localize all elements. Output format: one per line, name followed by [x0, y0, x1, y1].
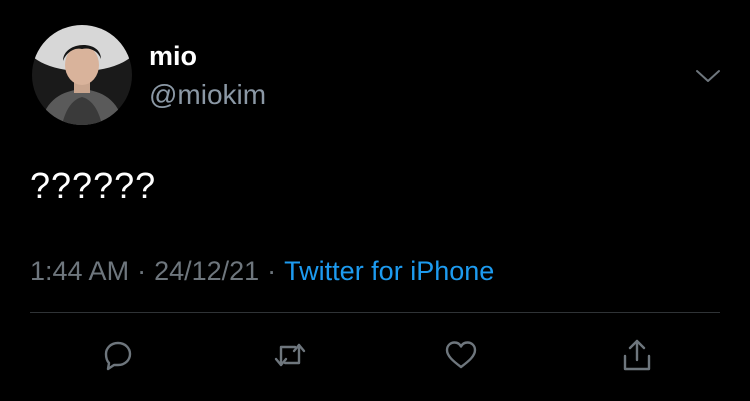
- display-name[interactable]: mio: [149, 40, 197, 72]
- reply-icon: [104, 341, 132, 371]
- divider: [30, 312, 720, 313]
- profile-photo: [32, 25, 132, 125]
- retweet-button[interactable]: [265, 330, 315, 380]
- action-bar: [0, 330, 750, 380]
- chevron-down-icon: [696, 70, 720, 82]
- like-button[interactable]: [436, 330, 486, 380]
- more-options-button[interactable]: [688, 60, 728, 92]
- share-icon: [623, 339, 651, 371]
- tweet-date[interactable]: 24/12/21: [154, 256, 259, 286]
- tweet-source-link[interactable]: Twitter for iPhone: [284, 256, 494, 286]
- tweet-meta: 1:44 AM · 24/12/21 · Twitter for iPhone: [30, 254, 494, 288]
- retweet-icon: [274, 343, 306, 367]
- tweet-time[interactable]: 1:44 AM: [30, 256, 129, 286]
- avatar[interactable]: [32, 25, 132, 125]
- share-button[interactable]: [612, 330, 662, 380]
- username-handle[interactable]: @miokim: [149, 78, 266, 112]
- tweet-text: ??????: [30, 165, 157, 206]
- reply-button[interactable]: [93, 330, 143, 380]
- separator: ·: [137, 256, 147, 286]
- like-icon: [445, 341, 477, 369]
- separator: ·: [267, 256, 277, 286]
